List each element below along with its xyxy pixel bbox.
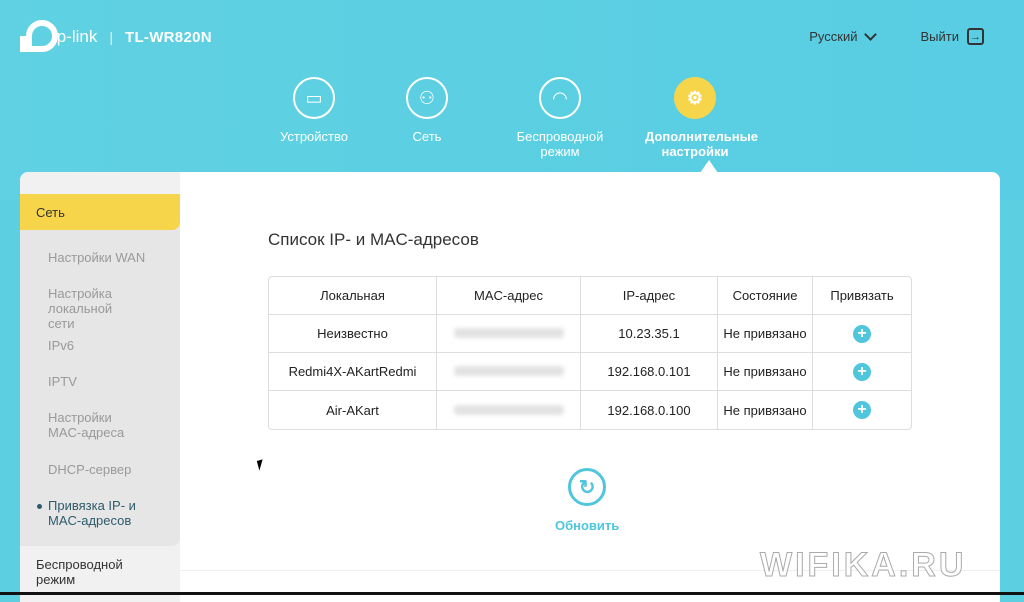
nav-wireless[interactable]: ◠ Беспроводной режим (475, 77, 645, 159)
binding-state: Не привязано (718, 353, 813, 391)
nav-network[interactable]: ⚇ Сеть (379, 77, 475, 159)
binding-state: Не привязано (718, 391, 813, 429)
table-row: Неизвестно 10.23.35.1 Не привязано + (269, 315, 911, 353)
refresh-button[interactable]: ↻ Обновить (555, 468, 619, 533)
binding-state: Не привязано (718, 315, 813, 353)
mac-address-blurred (437, 391, 581, 429)
add-binding-icon[interactable]: + (853, 324, 871, 343)
main-nav: ▭ Устройство ⚇ Сеть ◠ Беспроводной режим ⚙ Д… (265, 77, 758, 159)
sidebar-group-wireless[interactable]: Беспроводной режим (36, 557, 136, 587)
wifi-icon: ◠ (539, 77, 581, 119)
sidebar-item-dhcp[interactable]: DHCP-сервер (20, 462, 131, 477)
ip-address: 10.23.35.1 (581, 315, 718, 353)
device-name: Redmi4X-AKartRedmi (269, 353, 437, 391)
table-row: Redmi4X-AKartRedmi 192.168.0.101 Не прив… (269, 353, 911, 391)
separator: | (109, 29, 113, 45)
logout-button[interactable]: Выйти → (920, 28, 984, 45)
sidebar-item-ip-mac-binding[interactable]: Привязка IP- и MAC-адресов (20, 498, 148, 528)
table-row: Air-AKart 192.168.0.100 Не привязано + (269, 391, 911, 429)
column-header: Привязать (813, 277, 911, 315)
column-header: MAC-адрес (437, 277, 581, 315)
language-select[interactable]: Русский (809, 27, 877, 44)
model-name: TL-WR820N (125, 28, 212, 46)
column-header: Локальная (269, 277, 437, 315)
mac-address-blurred (437, 315, 581, 353)
logout-icon: → (967, 28, 984, 45)
monitor-icon: ▭ (293, 77, 335, 119)
language-label: Русский (809, 29, 858, 44)
sidebar-item-ipv6[interactable]: IPv6 (20, 338, 74, 353)
nav-label: Устройство (279, 129, 348, 144)
add-binding-icon[interactable]: + (853, 362, 871, 381)
add-binding-icon[interactable]: + (853, 401, 871, 419)
logout-label: Выйти (920, 29, 960, 44)
arp-table: Локальная MAC-адрес IP-адрес Состояние П… (268, 276, 912, 430)
nav-advanced[interactable]: ⚙ Дополнительные настройки (645, 77, 758, 159)
brand: tp-link (52, 27, 98, 46)
content-card: Сеть Настройки WAN Настройка локальной с… (20, 172, 1000, 602)
nav-label: Сеть (412, 129, 442, 144)
tp-link-logo-icon (20, 20, 58, 54)
refresh-label: Обновить (555, 518, 620, 533)
nav-label: Беспроводной режим (516, 129, 604, 159)
ip-address: 192.168.0.101 (581, 353, 718, 391)
nav-device[interactable]: ▭ Устройство (249, 77, 379, 159)
mac-address-blurred (437, 353, 581, 391)
page-title: Список IP- и MAC-адресов (268, 230, 479, 249)
device-name: Air-AKart (269, 391, 437, 429)
header: tp-link | TL-WR820N Русский Выйти → ▭ Устр… (0, 0, 1024, 200)
sidebar-item-iptv[interactable]: IPTV (20, 374, 77, 389)
nav-label: Дополнительные настройки (645, 129, 758, 159)
column-header: IP-адрес (581, 277, 718, 315)
tp-link-logo: tp-link | TL-WR820N (20, 20, 212, 54)
chevron-down-icon (863, 27, 877, 41)
sidebar: Сеть Настройки WAN Настройка локальной с… (20, 172, 180, 602)
sidebar-item-wan[interactable]: Настройки WAN (20, 250, 145, 265)
table-header: Локальная MAC-адрес IP-адрес Состояние П… (269, 277, 911, 315)
refresh-icon: ↻ (568, 468, 607, 506)
sidebar-group-network[interactable]: Сеть (20, 194, 180, 230)
sidebar-item-mac[interactable]: Настройки MAC-адреса (20, 410, 130, 440)
ip-address: 192.168.0.100 (581, 391, 718, 429)
network-icon: ⚇ (406, 77, 448, 119)
watermark-logo: WIFIKA.RU (759, 546, 967, 585)
gear-icon: ⚙ (674, 77, 716, 119)
device-name: Неизвестно (269, 315, 437, 353)
column-header: Состояние (718, 277, 813, 315)
sidebar-item-lan[interactable]: Настройка локальной сети (20, 286, 140, 331)
